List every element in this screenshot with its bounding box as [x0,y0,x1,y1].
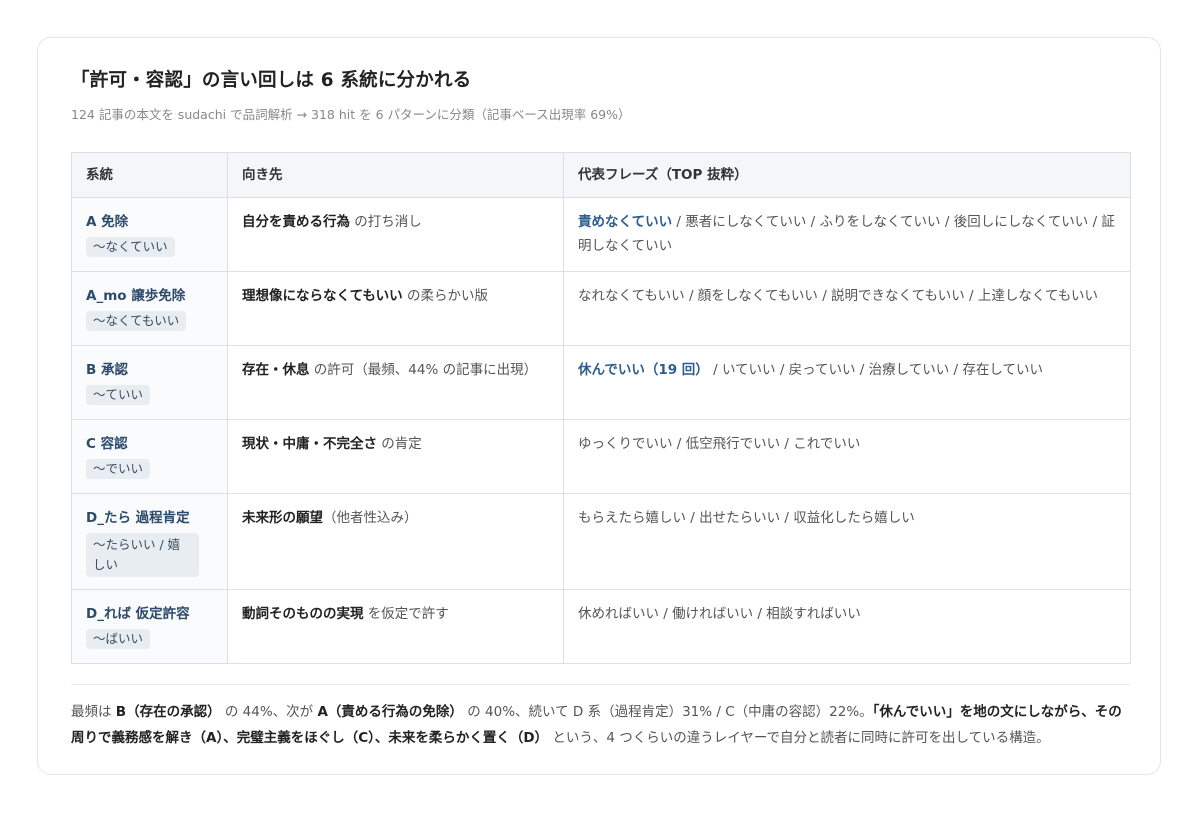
system-cell: A_mo 譲歩免除 〜なくてもいい [71,271,228,346]
phrases-cell: 休めればいい / 働ければいい / 相談すればいい [563,589,1131,664]
header-system: 系統 [71,152,228,198]
summary-bold: B（存在の承認） [115,704,221,720]
summary-paragraph: 最頻は B（存在の承認） の 44%、次が A（責める行為の免除） の 40%、… [71,699,1130,751]
header-phrases: 代表フレーズ（TOP 抜粋） [563,152,1131,198]
table-row: A 免除 〜なくていい 自分を責める行為 の打ち消し 責めなくていい / 悪者に… [71,197,1131,272]
summary-text: 最頻は [71,704,116,720]
summary-divider [71,684,1130,685]
target-rest: （他者性込み） [323,510,418,526]
pattern-badge: 〜ばいい [86,629,151,649]
phrase-list: なれなくてもいい / 顔をしなくてもいい / 説明できなくてもいい / 上達しな… [578,288,1098,304]
table-row: D_たら 過程肯定 〜たらいい / 嬉しい 未来形の願望（他者性込み） もらえた… [71,493,1131,590]
pattern-table: 系統 向き先 代表フレーズ（TOP 抜粋） A 免除 〜なくていい 自分を責める… [71,152,1131,664]
phrases-cell: ゆっくりでいい / 低空飛行でいい / これでいい [563,419,1131,494]
system-cell: D_たら 過程肯定 〜たらいい / 嬉しい [71,493,228,590]
target-rest: の許可（最頻、44% の記事に出現） [309,362,538,378]
pattern-badge: 〜たらいい / 嬉しい [86,533,199,577]
summary-text: という、4 つくらいの違うレイヤーで自分と読者に同時に許可を出している構造。 [548,730,1050,746]
target-cell: 未来形の願望（他者性込み） [227,493,564,590]
table-row: D_れば 仮定許容 〜ばいい 動詞そのものの実現 を仮定で許す 休めればいい /… [71,589,1131,664]
content-card: 「許可・容認」の言い回しは 6 系統に分かれる 124 記事の本文を sudac… [37,37,1161,775]
pattern-badge: 〜なくてもいい [86,311,187,331]
phrase-list: 休めればいい / 働ければいい / 相談すればいい [578,606,861,622]
target-rest: の打ち消し [350,214,422,230]
target-cell: 自分を責める行為 の打ち消し [227,197,564,272]
phrase-highlight: 休んでいい（19 回） [578,362,709,378]
target-bold: 存在・休息 [242,362,310,378]
target-cell: 存在・休息 の許可（最頻、44% の記事に出現） [227,345,564,420]
target-rest: の柔らかい版 [402,288,488,304]
table-row: A_mo 譲歩免除 〜なくてもいい 理想像にならなくてもいい の柔らかい版 なれ… [71,271,1131,346]
phrases-cell: 責めなくていい / 悪者にしなくていい / ふりをしなくていい / 後回しにしな… [563,197,1131,272]
system-name: A_mo 譲歩免除 [86,288,186,304]
phrase-list: / いていい / 戻っていい / 治療していい / 存在していい [708,362,1043,378]
header-target: 向き先 [227,152,564,198]
target-bold: 未来形の願望 [242,510,323,526]
system-cell: C 容認 〜でいい [71,419,228,494]
phrase-list: ゆっくりでいい / 低空飛行でいい / これでいい [578,436,861,452]
phrases-cell: なれなくてもいい / 顔をしなくてもいい / 説明できなくてもいい / 上達しな… [563,271,1131,346]
target-cell: 理想像にならなくてもいい の柔らかい版 [227,271,564,346]
pattern-badge: 〜なくていい [86,237,175,257]
system-cell: A 免除 〜なくていい [71,197,228,272]
system-name: A 免除 [86,214,129,230]
target-cell: 現状・中庸・不完全さ の肯定 [227,419,564,494]
system-name: D_たら 過程肯定 [86,510,190,526]
target-cell: 動詞そのものの実現 を仮定で許す [227,589,564,664]
phrases-cell: もらえたら嬉しい / 出せたらいい / 収益化したら嬉しい [563,493,1131,590]
system-name: C 容認 [86,436,128,452]
system-name: B 承認 [86,362,128,378]
summary-bold: A（責める行為の免除） [317,704,463,720]
phrase-list: もらえたら嬉しい / 出せたらいい / 収益化したら嬉しい [578,510,915,526]
phrase-highlight: 責めなくていい [578,214,673,230]
summary-text: の 40%、続いて D 系（過程肯定）31% / C（中庸の容認）22%。 [462,704,873,720]
table-row: C 容認 〜でいい 現状・中庸・不完全さ の肯定 ゆっくりでいい / 低空飛行で… [71,419,1131,494]
target-bold: 動詞そのものの実現 [242,606,364,622]
system-cell: D_れば 仮定許容 〜ばいい [71,589,228,664]
page-subtitle: 124 記事の本文を sudachi で品詞解析 → 318 hit を 6 パ… [71,107,631,122]
table-header-row: 系統 向き先 代表フレーズ（TOP 抜粋） [71,152,1131,198]
pattern-badge: 〜でいい [86,459,151,479]
target-bold: 現状・中庸・不完全さ [242,436,377,452]
target-bold: 自分を責める行為 [242,214,350,230]
system-cell: B 承認 〜ていい [71,345,228,420]
system-name: D_れば 仮定許容 [86,606,190,622]
summary-text: の 44%、次が [220,704,318,720]
target-bold: 理想像にならなくてもいい [242,288,403,304]
target-rest: を仮定で許す [363,606,449,622]
table-row: B 承認 〜ていい 存在・休息 の許可（最頻、44% の記事に出現） 休んでいい… [71,345,1131,420]
phrases-cell: 休んでいい（19 回） / いていい / 戻っていい / 治療していい / 存在… [563,345,1131,420]
target-rest: の肯定 [377,436,422,452]
page-title: 「許可・容認」の言い回しは 6 系統に分かれる [71,70,472,91]
pattern-badge: 〜ていい [86,385,151,405]
